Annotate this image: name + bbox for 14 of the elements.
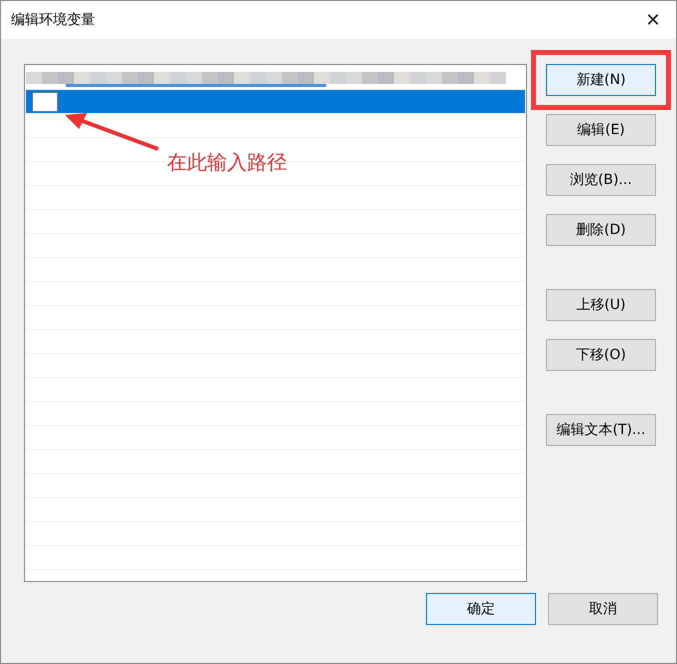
action-button[interactable]: 下移(O) <box>546 339 656 371</box>
path-input-field[interactable] <box>32 92 58 112</box>
action-button[interactable]: 编辑(E) <box>546 114 656 146</box>
ok-button[interactable]: 确定 <box>426 593 536 625</box>
cancel-button[interactable]: 取消 <box>548 593 658 625</box>
list-row[interactable] <box>26 90 525 114</box>
close-button[interactable]: ✕ <box>630 1 676 39</box>
window-title: 编辑环境变量 <box>11 11 95 29</box>
annotation-text: 在此输入路径 <box>167 149 287 176</box>
action-button[interactable]: 上移(U) <box>546 289 656 321</box>
action-button[interactable]: 编辑文本(T)... <box>546 414 656 446</box>
action-button[interactable]: 浏览(B)... <box>546 164 656 196</box>
action-button[interactable]: 新建(N) <box>546 64 656 96</box>
action-button[interactable]: 删除(D) <box>546 214 656 246</box>
